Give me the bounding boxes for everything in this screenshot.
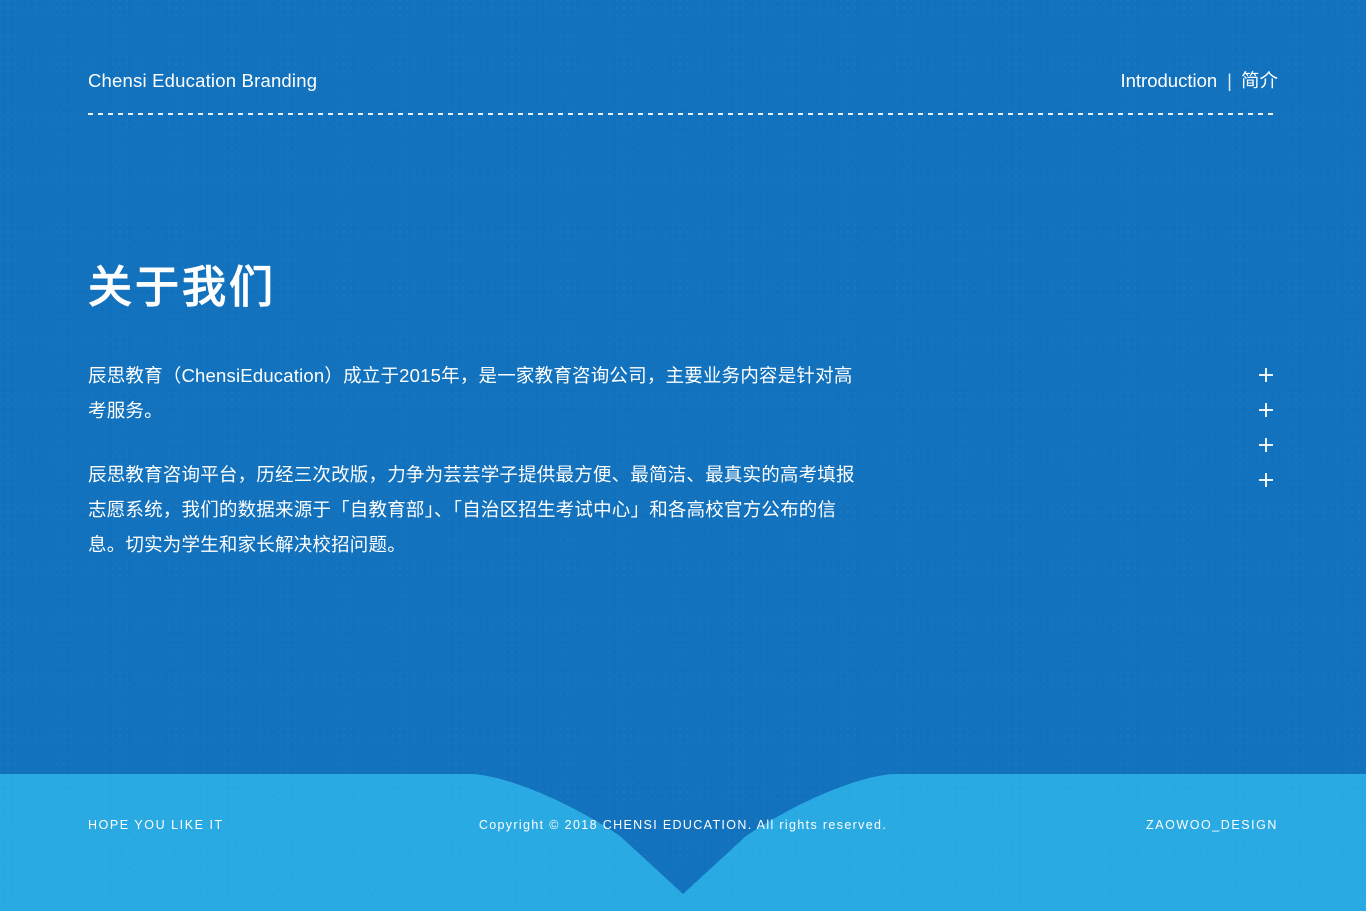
plus-icon (1253, 362, 1279, 397)
slide-header: Chensi Education Branding Introduction |… (88, 70, 1278, 91)
plus-icon (1253, 397, 1279, 432)
plus-marker-group (1253, 362, 1279, 502)
about-body-copy: 辰思教育（ChensiEducation）成立于2015年，是一家教育咨询公司，… (88, 358, 858, 562)
brand-title: Chensi Education Branding (88, 70, 318, 91)
plus-icon (1253, 467, 1279, 502)
section-label-en: Introduction (1120, 70, 1218, 91)
presentation-slide: Chensi Education Branding Introduction |… (0, 0, 1366, 911)
page-title: 关于我们 (88, 263, 276, 312)
footer-designer-credit: ZAOWOO_DESIGN (1146, 818, 1278, 832)
footer-band-svg (0, 774, 1366, 911)
about-paragraph-2: 辰思教育咨询平台，历经三次改版，力争为芸芸学子提供最方便、最简洁、最真实的高考填… (88, 464, 855, 555)
section-label: Introduction | 简介 (1120, 70, 1278, 91)
plus-icon (1253, 432, 1279, 467)
footer-band-shape (0, 774, 1366, 911)
section-label-separator: | (1227, 70, 1232, 91)
header-dashed-divider (88, 113, 1278, 115)
footer-tagline: HOPE YOU LIKE IT (88, 818, 224, 832)
footer-copyright: Copyright © 2018 CHENSI EDUCATION. All r… (478, 818, 888, 832)
section-label-zh: 简介 (1240, 70, 1278, 91)
about-paragraph-1: 辰思教育（ChensiEducation）成立于2015年，是一家教育咨询公司，… (88, 365, 853, 421)
